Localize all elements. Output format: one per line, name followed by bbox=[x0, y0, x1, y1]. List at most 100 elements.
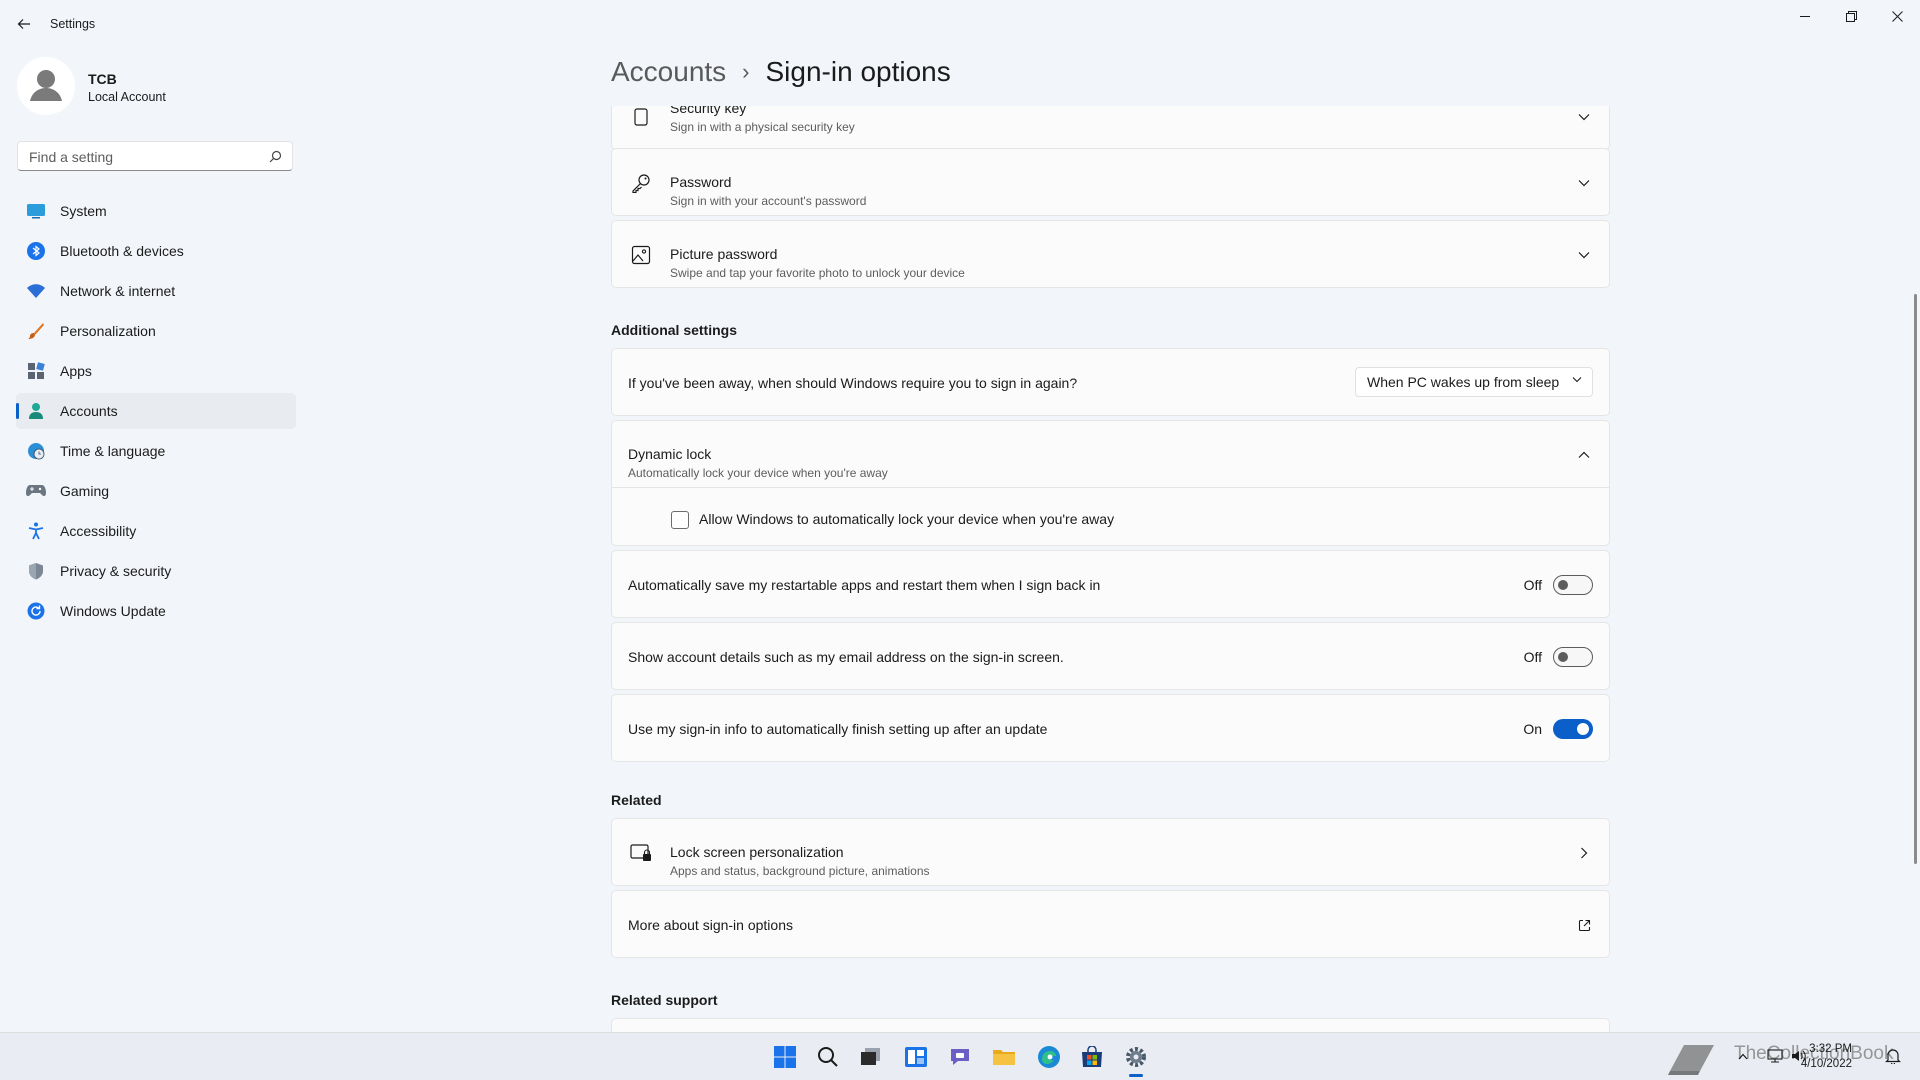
notification-icon[interactable] bbox=[1884, 1047, 1902, 1065]
require-signin-dropdown[interactable]: When PC wakes up from sleep bbox=[1355, 367, 1593, 397]
back-button[interactable] bbox=[12, 12, 36, 36]
password-title: Password bbox=[670, 174, 732, 190]
title-bar: Settings bbox=[0, 0, 1920, 48]
show-account-details-toggle[interactable] bbox=[1553, 647, 1593, 667]
sidebar-item-bluetooth[interactable]: Bluetooth & devices bbox=[16, 233, 296, 269]
additional-settings-heading: Additional settings bbox=[611, 322, 737, 338]
sidebar-item-label: Personalization bbox=[60, 323, 156, 339]
sidebar-item-network[interactable]: Network & internet bbox=[16, 273, 296, 309]
restart-apps-toggle[interactable] bbox=[1553, 575, 1593, 595]
toggle-state-label: Off bbox=[1523, 649, 1542, 665]
lock-screen-icon bbox=[629, 841, 653, 865]
restore-button[interactable] bbox=[1828, 0, 1874, 32]
lock-screen-desc: Apps and status, background picture, ani… bbox=[670, 864, 930, 878]
sidebar-item-accessibility[interactable]: Accessibility bbox=[16, 513, 296, 549]
active-app-indicator bbox=[1129, 1074, 1143, 1077]
start-icon[interactable] bbox=[770, 1042, 800, 1072]
chat-icon[interactable] bbox=[945, 1042, 975, 1072]
chevron-down-icon bbox=[1576, 175, 1592, 191]
dynamic-lock-desc: Automatically lock your device when you'… bbox=[628, 466, 888, 480]
lock-screen-title: Lock screen personalization bbox=[670, 844, 844, 860]
close-icon bbox=[1891, 10, 1903, 22]
user-avatar-icon bbox=[17, 57, 75, 115]
edge-icon[interactable] bbox=[1034, 1042, 1064, 1072]
toggle-state-label: Off bbox=[1523, 577, 1542, 593]
back-arrow-icon bbox=[17, 19, 30, 29]
store-icon[interactable] bbox=[1077, 1042, 1107, 1072]
widgets-icon[interactable] bbox=[901, 1042, 931, 1072]
task-view-icon[interactable] bbox=[856, 1042, 886, 1072]
bluetooth-icon bbox=[26, 241, 46, 261]
chevron-up-icon[interactable] bbox=[1734, 1047, 1752, 1065]
related-support-card[interactable] bbox=[611, 1018, 1610, 1032]
picture-password-title: Picture password bbox=[670, 246, 778, 262]
breadcrumb: Accounts › Sign-in options bbox=[611, 56, 951, 88]
dropdown-value: When PC wakes up from sleep bbox=[1367, 374, 1560, 390]
sidebar-item-label: Bluetooth & devices bbox=[60, 243, 184, 259]
brush-icon bbox=[26, 321, 46, 341]
sidebar-item-privacy[interactable]: Privacy & security bbox=[16, 553, 296, 589]
page-title: Sign-in options bbox=[765, 56, 951, 87]
require-signin-label: If you've been away, when should Windows… bbox=[628, 375, 1078, 391]
restore-icon bbox=[1845, 10, 1857, 22]
search-box[interactable] bbox=[17, 141, 293, 171]
sidebar-item-windows-update[interactable]: Windows Update bbox=[16, 593, 296, 629]
sidebar-item-personalization[interactable]: Personalization bbox=[16, 313, 296, 349]
settings-icon[interactable] bbox=[1121, 1042, 1151, 1072]
dynamic-lock-checkbox[interactable] bbox=[671, 511, 689, 529]
globe-clock-icon bbox=[26, 441, 46, 461]
signin-info-toggle[interactable] bbox=[1553, 719, 1593, 739]
search-input[interactable] bbox=[27, 148, 261, 166]
network-icon[interactable] bbox=[1766, 1047, 1784, 1065]
divider bbox=[612, 487, 1609, 488]
chevron-down-icon bbox=[1576, 247, 1592, 263]
minimize-button[interactable] bbox=[1782, 0, 1828, 32]
app-title: Settings bbox=[50, 17, 96, 31]
main-content: Security key Sign in with a physical sec… bbox=[611, 106, 1610, 1032]
apps-icon bbox=[26, 361, 46, 381]
security-key-desc: Sign in with a physical security key bbox=[670, 120, 855, 134]
lock-screen-card[interactable]: Lock screen personalization Apps and sta… bbox=[611, 818, 1610, 886]
avatar bbox=[17, 57, 75, 115]
close-button[interactable] bbox=[1874, 0, 1920, 32]
sidebar-item-apps[interactable]: Apps bbox=[16, 353, 296, 389]
related-heading: Related bbox=[611, 792, 662, 808]
password-card[interactable]: Password Sign in with your account's pas… bbox=[611, 148, 1610, 216]
file-explorer-icon[interactable] bbox=[989, 1042, 1019, 1072]
sidebar-item-time-language[interactable]: Time & language bbox=[16, 433, 296, 469]
taskbar: TheCollectionBook 3:32 PM 4/10/2022 bbox=[0, 1032, 1920, 1080]
chevron-up-icon bbox=[1576, 447, 1592, 463]
breadcrumb-parent[interactable]: Accounts bbox=[611, 56, 726, 88]
scrollbar[interactable] bbox=[1914, 294, 1917, 864]
sidebar-item-accounts[interactable]: Accounts bbox=[16, 393, 296, 429]
dynamic-lock-card: Dynamic lock Automatically lock your dev… bbox=[611, 420, 1610, 546]
user-profile[interactable]: TCB Local Account bbox=[17, 57, 297, 117]
sidebar-item-label: System bbox=[60, 203, 107, 219]
dynamic-lock-title: Dynamic lock bbox=[628, 446, 712, 462]
toggle-state-label: On bbox=[1523, 721, 1542, 737]
sidebar-item-system[interactable]: System bbox=[16, 193, 296, 229]
sidebar-nav: System Bluetooth & devices Network & int… bbox=[16, 193, 296, 633]
profile-name: TCB bbox=[88, 71, 117, 87]
more-about-signin-title: More about sign-in options bbox=[628, 917, 793, 933]
dynamic-lock-checkbox-label: Allow Windows to automatically lock your… bbox=[699, 511, 1115, 527]
update-icon bbox=[26, 601, 46, 621]
more-about-signin-card[interactable]: More about sign-in options bbox=[611, 890, 1610, 958]
system-icon bbox=[26, 201, 46, 221]
security-key-card[interactable]: Security key Sign in with a physical sec… bbox=[611, 106, 1610, 150]
chevron-down-icon bbox=[1576, 109, 1592, 125]
chevron-right-icon bbox=[1576, 845, 1592, 861]
search-icon bbox=[269, 150, 282, 163]
dynamic-lock-header[interactable]: Dynamic lock Automatically lock your dev… bbox=[612, 421, 1609, 487]
picture-password-card[interactable]: Picture password Swipe and tap your favo… bbox=[611, 220, 1610, 288]
external-link-icon bbox=[1576, 917, 1592, 933]
breadcrumb-separator: › bbox=[742, 59, 750, 84]
sidebar-item-label: Time & language bbox=[60, 443, 166, 459]
clock[interactable]: 3:32 PM 4/10/2022 bbox=[1801, 1042, 1852, 1072]
book-icon bbox=[1665, 1041, 1719, 1077]
search-icon[interactable] bbox=[813, 1042, 843, 1072]
sidebar-item-label: Windows Update bbox=[60, 603, 166, 619]
restart-apps-card: Automatically save my restartable apps a… bbox=[611, 550, 1610, 618]
sidebar-item-gaming[interactable]: Gaming bbox=[16, 473, 296, 509]
usb-key-icon bbox=[629, 106, 653, 129]
